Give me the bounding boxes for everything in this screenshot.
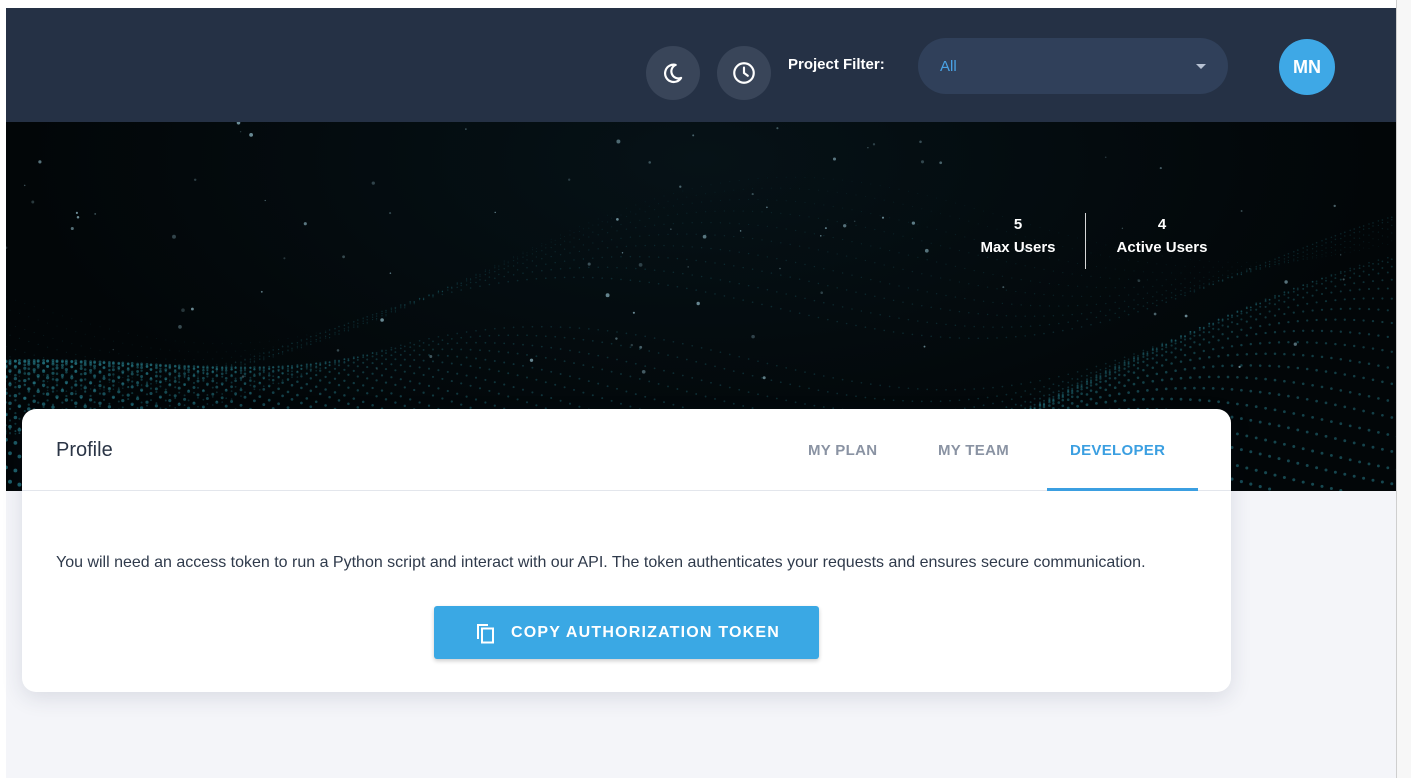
user-avatar[interactable]: MN: [1279, 39, 1335, 95]
active-users-label: Active Users: [1116, 239, 1208, 256]
copy-icon: [476, 623, 494, 643]
copy-authorization-token-button[interactable]: COPY AUTHORIZATION TOKEN: [434, 606, 819, 659]
user-stats: 5 Max Users 4 Active Users: [963, 213, 1233, 269]
developer-description: You will need an access token to run a P…: [56, 554, 1146, 571]
right-window-edge: [1396, 0, 1411, 778]
project-filter-value: All: [940, 57, 957, 75]
active-users-value: 4: [1157, 216, 1167, 233]
profile-title: Profile: [56, 439, 113, 461]
top-navigation-bar: Project Filter: All MN: [6, 8, 1397, 122]
profile-card-header: Profile MY PLAN MY TEAM DEVELOPER: [22, 409, 1231, 491]
window-top-strip: [0, 0, 1411, 8]
max-users-label: Max Users: [980, 239, 1056, 256]
history-button[interactable]: [717, 46, 771, 100]
theme-toggle-button[interactable]: [646, 46, 700, 100]
tab-my-team[interactable]: MY TEAM: [938, 442, 1009, 459]
profile-card: Profile MY PLAN MY TEAM DEVELOPER You wi…: [22, 409, 1231, 692]
clock-icon: [733, 62, 755, 84]
max-users-value: 5: [1013, 216, 1023, 233]
tab-developer[interactable]: DEVELOPER: [1070, 442, 1165, 459]
max-users-stat: 5 Max Users: [963, 213, 1073, 259]
active-tab-indicator: [1047, 488, 1198, 491]
tab-my-plan[interactable]: MY PLAN: [808, 442, 877, 459]
project-filter-select[interactable]: All: [918, 38, 1228, 94]
moon-icon: [664, 63, 683, 84]
stats-divider: [1085, 213, 1086, 269]
active-users-stat: 4 Active Users: [1101, 213, 1223, 259]
chevron-down-icon: [1196, 63, 1206, 69]
project-filter-label: Project Filter:: [788, 56, 885, 73]
copy-button-label: COPY AUTHORIZATION TOKEN: [510, 623, 781, 641]
